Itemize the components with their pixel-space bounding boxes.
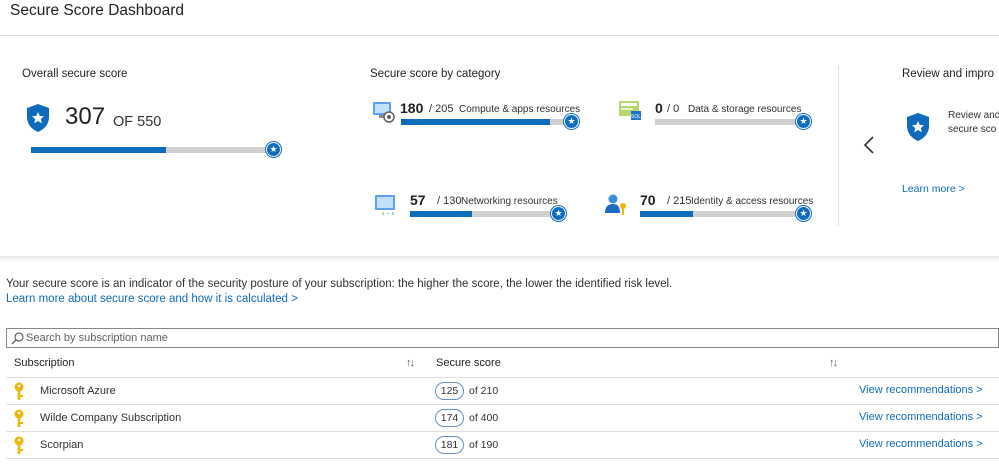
score-badge: 181 <box>435 436 464 454</box>
category-name: Networking resources <box>461 196 558 207</box>
view-recommendations-link[interactable]: View recommendations > <box>859 384 983 396</box>
category-progress-fill <box>401 119 551 125</box>
search-icon <box>11 332 24 345</box>
category-progress-bar <box>401 119 571 125</box>
category-name: Identity & access resources <box>691 196 814 207</box>
sort-icon[interactable]: ↑↓ <box>829 357 838 369</box>
category-progress-fill <box>410 211 472 217</box>
sort-icon[interactable]: ↑↓ <box>406 357 415 369</box>
category-title: Secure score by category <box>370 68 501 80</box>
category-max: / 205 <box>429 103 454 115</box>
identity-key-icon <box>605 194 626 215</box>
view-recommendations-link[interactable]: View recommendations > <box>859 438 983 450</box>
learn-more-secure-score-link[interactable]: Learn more about secure score and how it… <box>6 293 298 305</box>
network-icon: ‹·› <box>375 195 395 217</box>
chevron-left-icon[interactable] <box>862 135 876 155</box>
category-progress-bar <box>655 119 803 125</box>
subscription-name: Scorpian <box>40 439 84 451</box>
star-icon: ★ <box>796 206 811 221</box>
table-row[interactable]: Microsoft Azure 125 of 210 View recommen… <box>6 378 999 405</box>
review-text-line: Review and <box>948 110 999 121</box>
key-icon <box>14 382 24 400</box>
category-score: 57 <box>410 192 426 208</box>
score-max: of 210 <box>469 385 499 397</box>
category-progress-fill <box>640 211 694 217</box>
panel-shadow <box>0 256 999 264</box>
learn-more-link[interactable]: Learn more > <box>902 183 965 195</box>
key-icon <box>14 409 24 427</box>
star-icon: ★ <box>551 206 566 221</box>
shield-star-icon <box>907 113 929 141</box>
category-max: / 0 <box>667 103 680 115</box>
overall-score-title: Overall secure score <box>22 68 128 80</box>
score-badge: 125 <box>435 382 464 400</box>
table-row[interactable]: Wilde Company Subscription 174 of 400 Vi… <box>6 405 999 432</box>
sql-storage-icon: SQL <box>619 101 641 120</box>
column-header-secure-score[interactable]: Secure score <box>436 357 501 369</box>
score-max: of 400 <box>469 412 499 424</box>
search-input[interactable] <box>26 330 986 346</box>
table-row[interactable]: Scorpian 181 of 190 View recommendations… <box>6 432 999 459</box>
subscription-name: Microsoft Azure <box>40 385 116 397</box>
review-title: Review and impro <box>902 68 995 80</box>
page-header: Secure Score Dashboard <box>0 0 999 36</box>
category-progress-bar <box>410 211 551 217</box>
column-header-subscription[interactable]: Subscription <box>14 357 75 369</box>
category-max: / 130 <box>437 195 462 207</box>
subscription-name: Wilde Company Subscription <box>40 412 182 424</box>
category-name: Data & storage resources <box>688 104 802 115</box>
key-icon <box>14 436 24 454</box>
score-max: of 190 <box>469 439 499 451</box>
overall-progress-fill <box>31 147 167 153</box>
category-max: / 215 <box>667 195 692 207</box>
star-icon: ★ <box>796 114 811 129</box>
review-text-line: secure sco <box>948 124 997 135</box>
category-progress-bar <box>640 211 803 217</box>
secure-score-dashboard: Secure Score Dashboard Overall secure sc… <box>0 0 999 469</box>
compute-icon <box>373 102 395 123</box>
intro-text: Your secure score is an indicator of the… <box>6 278 673 290</box>
category-score: 180 <box>400 100 424 116</box>
overall-score-max: OF 550 <box>113 114 162 130</box>
overall-progress-bar <box>31 147 273 153</box>
search-box[interactable] <box>6 328 999 348</box>
svg-text:‹·›: ‹·› <box>381 209 395 217</box>
star-icon: ★ <box>564 114 579 129</box>
category-name: Compute & apps resources <box>459 104 581 115</box>
score-badge: 174 <box>435 409 464 427</box>
shield-star-icon <box>27 104 49 132</box>
view-recommendations-link[interactable]: View recommendations > <box>859 411 983 423</box>
panel-divider <box>838 66 839 226</box>
page-title: Secure Score Dashboard <box>10 2 185 19</box>
star-icon: ★ <box>266 142 281 157</box>
svg-text:SQL: SQL <box>631 114 641 120</box>
overall-score-value: 307 <box>65 103 106 130</box>
category-score: 70 <box>640 192 656 208</box>
category-score: 0 <box>655 100 663 116</box>
